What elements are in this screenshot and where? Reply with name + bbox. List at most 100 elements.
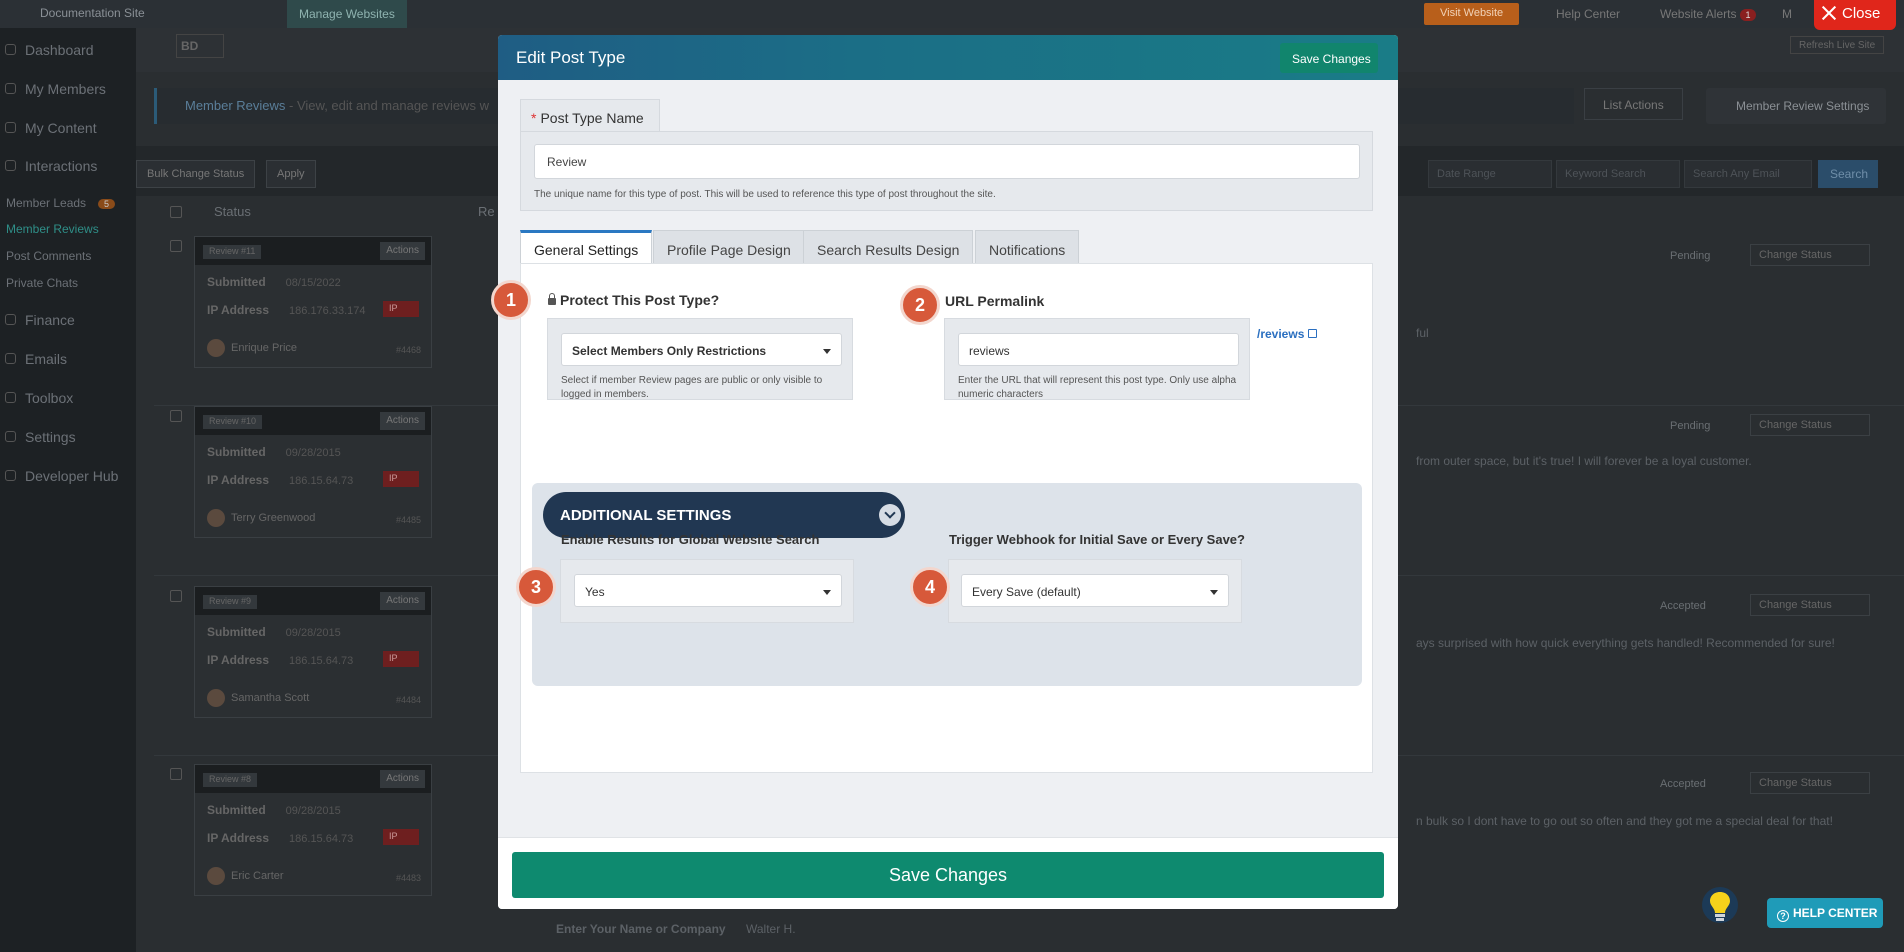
permalink-input[interactable]: reviews bbox=[958, 333, 1239, 366]
sidebar-sub-member-leads[interactable]: Member Leads 5 bbox=[6, 196, 116, 210]
sidebar: Dashboard My Members My Content Interact… bbox=[0, 28, 136, 952]
date-range-input[interactable]: Date Range bbox=[1428, 160, 1552, 188]
row-checkbox[interactable] bbox=[170, 768, 182, 780]
row-checkbox[interactable] bbox=[170, 410, 182, 422]
visit-website-button[interactable]: Visit Website bbox=[1424, 3, 1520, 25]
ip-label: IP Address bbox=[207, 473, 270, 487]
reviewer[interactable]: Enrique Price bbox=[207, 339, 297, 357]
apply-button[interactable]: Apply bbox=[266, 160, 316, 188]
actions-button[interactable]: Actions bbox=[380, 412, 425, 430]
ip-line: IP Address 186.15.64.73 bbox=[207, 653, 353, 667]
permalink-link-text: /reviews bbox=[1257, 327, 1305, 341]
actions-button[interactable]: Actions bbox=[380, 592, 425, 610]
dashboard-icon bbox=[5, 44, 16, 55]
sidebar-item-toolbox[interactable]: Toolbox bbox=[0, 390, 136, 406]
ip-value: 186.15.64.73 bbox=[289, 655, 354, 667]
sidebar-item-developer-hub[interactable]: Developer Hub bbox=[0, 468, 136, 484]
tab-search-results-design[interactable]: Search Results Design bbox=[803, 230, 974, 263]
submitted-date: 08/15/2022 bbox=[285, 277, 341, 289]
sidebar-item-my-content[interactable]: My Content bbox=[0, 120, 136, 136]
sidebar-item-finance[interactable]: Finance bbox=[0, 312, 136, 328]
sidebar-item-interactions[interactable]: Interactions bbox=[0, 158, 136, 174]
change-status-select[interactable]: Change Status bbox=[1750, 594, 1870, 616]
ip-block-button[interactable]: IP bbox=[383, 471, 419, 487]
permalink-preview-link[interactable]: /reviews bbox=[1257, 327, 1318, 341]
ip-block-button[interactable]: IP bbox=[383, 829, 419, 845]
member-number[interactable]: #4485 bbox=[396, 515, 421, 525]
manage-websites-tab[interactable]: Manage Websites bbox=[287, 0, 407, 28]
post-type-name-input[interactable]: Review bbox=[534, 144, 1360, 179]
reviewer[interactable]: Samantha Scott bbox=[207, 689, 309, 707]
member-number[interactable]: #4484 bbox=[396, 695, 421, 705]
review-card-header: Review #11 Actions bbox=[195, 237, 431, 265]
member-number[interactable]: #4483 bbox=[396, 873, 421, 883]
sidebar-item-label: My Members bbox=[25, 81, 106, 97]
sidebar-sub-post-comments[interactable]: Post Comments bbox=[6, 249, 91, 263]
global-search-select[interactable]: Yes bbox=[574, 574, 842, 607]
reviewer[interactable]: Terry Greenwood bbox=[207, 509, 315, 527]
sidebar-item-label: Developer Hub bbox=[25, 468, 119, 484]
tab-profile-page-design[interactable]: Profile Page Design bbox=[653, 230, 805, 263]
sidebar-item-dashboard[interactable]: Dashboard bbox=[0, 42, 136, 58]
row-checkbox[interactable] bbox=[170, 240, 182, 252]
help-center-link[interactable]: Help Center bbox=[1556, 7, 1620, 21]
change-status-select[interactable]: Change Status bbox=[1750, 244, 1870, 266]
tab-notifications[interactable]: Notifications bbox=[975, 230, 1080, 263]
lightbulb-icon[interactable] bbox=[1700, 885, 1740, 929]
refresh-live-site-button[interactable]: Refresh Live Site bbox=[1790, 36, 1885, 54]
reviewer[interactable]: Eric Carter bbox=[207, 867, 284, 885]
list-actions-button[interactable]: List Actions bbox=[1584, 88, 1683, 120]
header-save-button[interactable]: Save Changes bbox=[1280, 43, 1378, 73]
permalink-help: Enter the URL that will represent this p… bbox=[958, 375, 1237, 400]
close-modal-button[interactable]: Close bbox=[1814, 0, 1896, 30]
ip-block-button[interactable]: IP bbox=[383, 301, 419, 317]
chevron-down-icon bbox=[879, 504, 901, 526]
email-search-input[interactable]: Search Any Email bbox=[1684, 160, 1812, 188]
ip-block-button[interactable]: IP bbox=[383, 651, 419, 667]
sidebar-item-label: Interactions bbox=[25, 158, 98, 174]
ip-line: IP Address 186.15.64.73 bbox=[207, 473, 353, 487]
account-menu[interactable]: M bbox=[1782, 7, 1792, 21]
webhook-value: Every Save (default) bbox=[972, 585, 1081, 599]
post-type-name-panel: Review The unique name for this type of … bbox=[520, 131, 1373, 211]
sidebar-item-my-members[interactable]: My Members bbox=[0, 81, 136, 97]
submitted-line: Submitted 09/28/2015 bbox=[207, 445, 341, 459]
sidebar-item-settings[interactable]: Settings bbox=[0, 429, 136, 445]
change-status-select[interactable]: Change Status bbox=[1750, 414, 1870, 436]
avatar bbox=[207, 689, 225, 707]
avatar bbox=[207, 339, 225, 357]
tab-general-settings[interactable]: General Settings bbox=[520, 230, 653, 263]
submitted-line: Submitted 09/28/2015 bbox=[207, 625, 341, 639]
protect-select[interactable]: Select Members Only Restrictions bbox=[561, 333, 842, 366]
review-tag: Review #11 bbox=[203, 245, 262, 259]
modal-title: Edit Post Type bbox=[516, 48, 626, 67]
member-number[interactable]: #4468 bbox=[396, 345, 421, 355]
save-changes-button[interactable]: Save Changes bbox=[512, 852, 1384, 898]
help-center-button[interactable]: ? HELP CENTER bbox=[1767, 898, 1883, 928]
actions-button[interactable]: Actions bbox=[380, 770, 425, 788]
sidebar-item-emails[interactable]: Emails bbox=[0, 351, 136, 367]
site-selector[interactable]: Documentation Site bbox=[40, 6, 145, 20]
emails-icon bbox=[5, 353, 16, 364]
row-checkbox[interactable] bbox=[170, 590, 182, 602]
sidebar-sub-member-reviews[interactable]: Member Reviews bbox=[6, 222, 99, 236]
column-status: Status bbox=[214, 204, 251, 219]
webhook-select[interactable]: Every Save (default) bbox=[961, 574, 1229, 607]
top-bar: Documentation Site Manage Websites Visit… bbox=[0, 0, 1904, 28]
bulk-change-status-select[interactable]: Bulk Change Status bbox=[136, 160, 256, 188]
sidebar-item-label: My Content bbox=[25, 120, 97, 136]
avatar bbox=[207, 509, 225, 527]
keyword-search-input[interactable]: Keyword Search bbox=[1556, 160, 1680, 188]
search-button[interactable]: Search bbox=[1818, 160, 1878, 188]
select-all-checkbox[interactable] bbox=[170, 206, 182, 218]
sidebar-sub-private-chats[interactable]: Private Chats bbox=[6, 276, 78, 290]
website-alerts-link[interactable]: Website Alerts 1 bbox=[1660, 7, 1756, 21]
actions-button[interactable]: Actions bbox=[380, 242, 425, 260]
protect-label-text: Protect This Post Type? bbox=[560, 292, 720, 308]
step-marker-3: 3 bbox=[516, 567, 556, 607]
protect-select-value: Select Members Only Restrictions bbox=[572, 344, 767, 358]
submitted-date: 09/28/2015 bbox=[285, 447, 341, 459]
change-status-select[interactable]: Change Status bbox=[1750, 772, 1870, 794]
name-company-value: Walter H. bbox=[746, 922, 796, 936]
member-review-settings-button[interactable]: Member Review Settings bbox=[1706, 88, 1886, 124]
